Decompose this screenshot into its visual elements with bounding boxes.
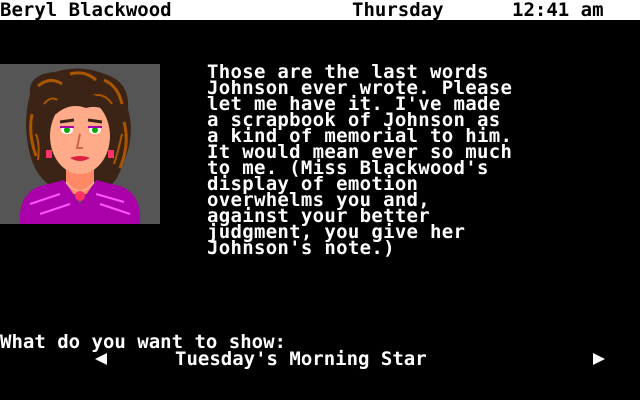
narration-text: Those are the last words Johnson ever wr… bbox=[207, 61, 513, 259]
selected-item[interactable]: Tuesday's Morning Star bbox=[175, 350, 427, 369]
item-selector[interactable]: Tuesday's Morning Star bbox=[0, 350, 640, 369]
arrow-right-icon[interactable] bbox=[593, 353, 605, 365]
status-bar: Beryl Blackwood Thursday 12:41 am bbox=[0, 0, 640, 20]
time-label: 12:41 am bbox=[512, 0, 604, 21]
portrait-image bbox=[0, 64, 160, 224]
day-label: Thursday bbox=[352, 0, 444, 21]
character-name: Beryl Blackwood bbox=[0, 0, 172, 21]
character-portrait bbox=[0, 64, 160, 224]
game-screen: Beryl Blackwood Thursday 12:41 am Those … bbox=[0, 0, 640, 400]
arrow-left-icon[interactable] bbox=[95, 353, 107, 365]
